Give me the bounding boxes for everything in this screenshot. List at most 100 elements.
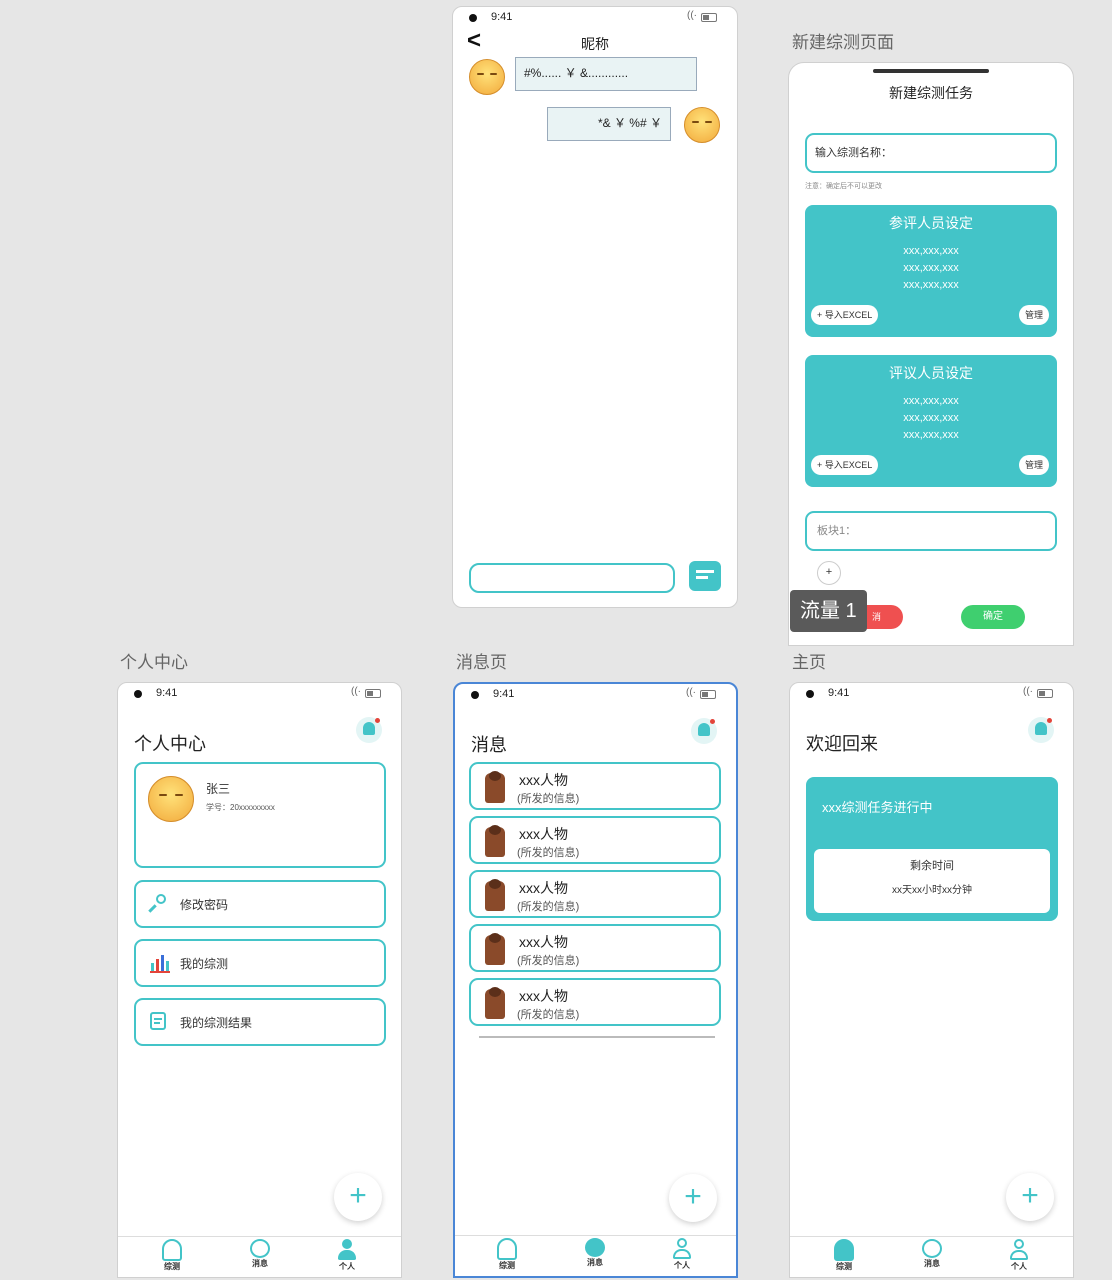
block-input[interactable]: 板块1： xyxy=(805,511,1057,551)
list-item[interactable]: xxx人物 (所发的信息) xyxy=(469,762,721,810)
battery-icon xyxy=(701,13,717,22)
user-icon xyxy=(672,1238,692,1260)
tab-label: 个人 xyxy=(339,1262,355,1271)
new-test-header: 新建综测任务 xyxy=(889,85,973,101)
home-icon xyxy=(497,1238,517,1260)
new-test-screen: 新建综测任务 输入综测名称： 注意：确定后不可以更改 参评人员设定 xxx,xx… xyxy=(788,62,1074,646)
tab-bar: 综测 消息 个人 xyxy=(455,1235,736,1276)
send-icon[interactable] xyxy=(689,561,721,591)
list-item[interactable]: xxx人物 (所发的信息) xyxy=(469,978,721,1026)
chat-input[interactable] xyxy=(469,563,675,593)
user-name: 张三 xyxy=(206,782,231,796)
camera-dot xyxy=(471,691,479,699)
remaining-value: xx天xx小时xx分钟 xyxy=(892,885,972,896)
confirm-button[interactable]: 确定 xyxy=(961,605,1025,629)
frame-title-profile: 个人中心 xyxy=(120,653,188,672)
remaining-box: 剩余时间 xx天xx小时xx分钟 xyxy=(814,849,1050,913)
flow-tag: 流量 1 xyxy=(790,590,867,632)
bell-icon[interactable] xyxy=(691,718,717,744)
reviewee-manage-button[interactable]: 管理 xyxy=(1018,305,1049,325)
list-item[interactable]: xxx人物 (所发的信息) xyxy=(469,816,721,864)
tab-label: 个人 xyxy=(1011,1262,1027,1271)
reviewer-manage-button[interactable]: 管理 xyxy=(1018,455,1049,475)
list-scrollbar[interactable] xyxy=(479,1036,715,1038)
chat-screen: 9:41 ((· < 昵称 #%...... ￥ &............ *… xyxy=(452,6,738,608)
tab-home[interactable]: 综测 xyxy=(487,1238,527,1271)
message-preview: (所发的信息) xyxy=(517,847,580,859)
frame-title-new-test: 新建综测页面 xyxy=(792,33,894,52)
page-title: 欢迎回来 xyxy=(806,734,878,754)
tab-messages[interactable]: 消息 xyxy=(240,1239,280,1269)
bar-chart-icon xyxy=(150,953,170,973)
user-icon xyxy=(337,1239,357,1261)
tab-home[interactable]: 综测 xyxy=(152,1239,192,1272)
contact-avatar xyxy=(485,825,505,857)
message-preview: (所发的信息) xyxy=(517,793,580,805)
menu-my-results[interactable]: 我的综测结果 xyxy=(134,998,386,1046)
frame-title-messages: 消息页 xyxy=(456,653,507,672)
tab-bar: 综测 消息 个人 xyxy=(118,1236,401,1277)
tab-label: 个人 xyxy=(674,1261,690,1270)
tab-me[interactable]: 个人 xyxy=(662,1238,702,1271)
tab-messages[interactable]: 消息 xyxy=(575,1238,615,1268)
profile-screen: 9:41 ((· 个人中心 张三 学号：20xxxxxxxxx 修改密码 我的综… xyxy=(117,682,402,1278)
bell-icon[interactable] xyxy=(1028,717,1054,743)
reviewee-title: 参评人员设定 xyxy=(889,215,973,231)
messages-screen: 9:41 ((· 消息 xxx人物 (所发的信息) xxx人物 (所发的信息) … xyxy=(453,682,738,1278)
grabber xyxy=(873,69,989,73)
list-item[interactable]: xxx人物 (所发的信息) xyxy=(469,924,721,972)
tab-label: 消息 xyxy=(252,1259,268,1268)
document-icon xyxy=(150,1012,166,1030)
page-title: 个人中心 xyxy=(134,734,206,754)
battery-icon xyxy=(1037,689,1053,698)
reviewer-title: 评议人员设定 xyxy=(889,365,973,381)
status-bar: 9:41 ((· xyxy=(118,683,401,705)
wifi-icon: ((· xyxy=(686,687,696,698)
home-screen: 9:41 ((· 欢迎回来 xxx综测任务进行中 剩余时间 xx天xx小时xx分… xyxy=(789,682,1074,1278)
home-icon xyxy=(834,1239,854,1261)
tab-label: 综测 xyxy=(164,1262,180,1271)
frame-title-home: 主页 xyxy=(792,653,826,672)
task-card[interactable]: xxx综测任务进行中 剩余时间 xx天xx小时xx分钟 xyxy=(806,777,1058,921)
outgoing-message: *& ￥ %# ￥ xyxy=(547,107,671,141)
remaining-label: 剩余时间 xyxy=(910,860,954,872)
reviewer-panel: 评议人员设定 xxx,xxx,xxx xxx,xxx,xxx xxx,xxx,x… xyxy=(805,355,1057,487)
tab-me[interactable]: 个人 xyxy=(327,1239,367,1272)
status-bar: 9:41 ((· xyxy=(455,684,736,706)
tab-me[interactable]: 个人 xyxy=(999,1239,1039,1272)
list-item[interactable]: xxx人物 (所发的信息) xyxy=(469,870,721,918)
test-name-note: 注意：确定后不可以更改 xyxy=(805,183,882,190)
reviewee-panel: 参评人员设定 xxx,xxx,xxx xxx,xxx,xxx xxx,xxx,x… xyxy=(805,205,1057,337)
add-block-button[interactable]: + xyxy=(817,561,841,585)
menu-change-password[interactable]: 修改密码 xyxy=(134,880,386,928)
chat-icon xyxy=(922,1239,942,1258)
page-title: 消息 xyxy=(471,735,507,755)
menu-label: 我的综测结果 xyxy=(180,1016,253,1030)
add-button[interactable]: + xyxy=(334,1173,382,1221)
test-name-input[interactable]: 输入综测名称： xyxy=(805,133,1057,173)
reviewer-import-button[interactable]: + 导入EXCEL xyxy=(811,455,879,475)
camera-dot xyxy=(806,690,814,698)
status-time: 9:41 xyxy=(491,11,513,23)
status-time: 9:41 xyxy=(493,688,515,700)
reviewer-line: xxx,xxx,xxx xyxy=(903,412,959,424)
wifi-icon: ((· xyxy=(687,10,697,21)
add-button[interactable]: + xyxy=(669,1174,717,1222)
bell-icon[interactable] xyxy=(356,717,382,743)
add-button[interactable]: + xyxy=(1006,1173,1054,1221)
reviewee-import-button[interactable]: + 导入EXCEL xyxy=(811,305,879,325)
menu-my-tests[interactable]: 我的综测 xyxy=(134,939,386,987)
status-time: 9:41 xyxy=(828,687,850,699)
user-avatar xyxy=(148,776,194,822)
menu-label: 我的综测 xyxy=(180,957,229,971)
contact-avatar xyxy=(485,771,505,803)
chat-icon xyxy=(250,1239,270,1258)
tab-home[interactable]: 综测 xyxy=(824,1239,864,1272)
tab-messages[interactable]: 消息 xyxy=(912,1239,952,1269)
message-preview: (所发的信息) xyxy=(517,955,580,967)
reviewee-line: xxx,xxx,xxx xyxy=(903,262,959,274)
incoming-message: #%...... ￥ &............ xyxy=(515,57,697,91)
home-icon xyxy=(162,1239,182,1261)
profile-card[interactable]: 张三 学号：20xxxxxxxxx xyxy=(134,762,386,868)
contact-avatar xyxy=(485,879,505,911)
